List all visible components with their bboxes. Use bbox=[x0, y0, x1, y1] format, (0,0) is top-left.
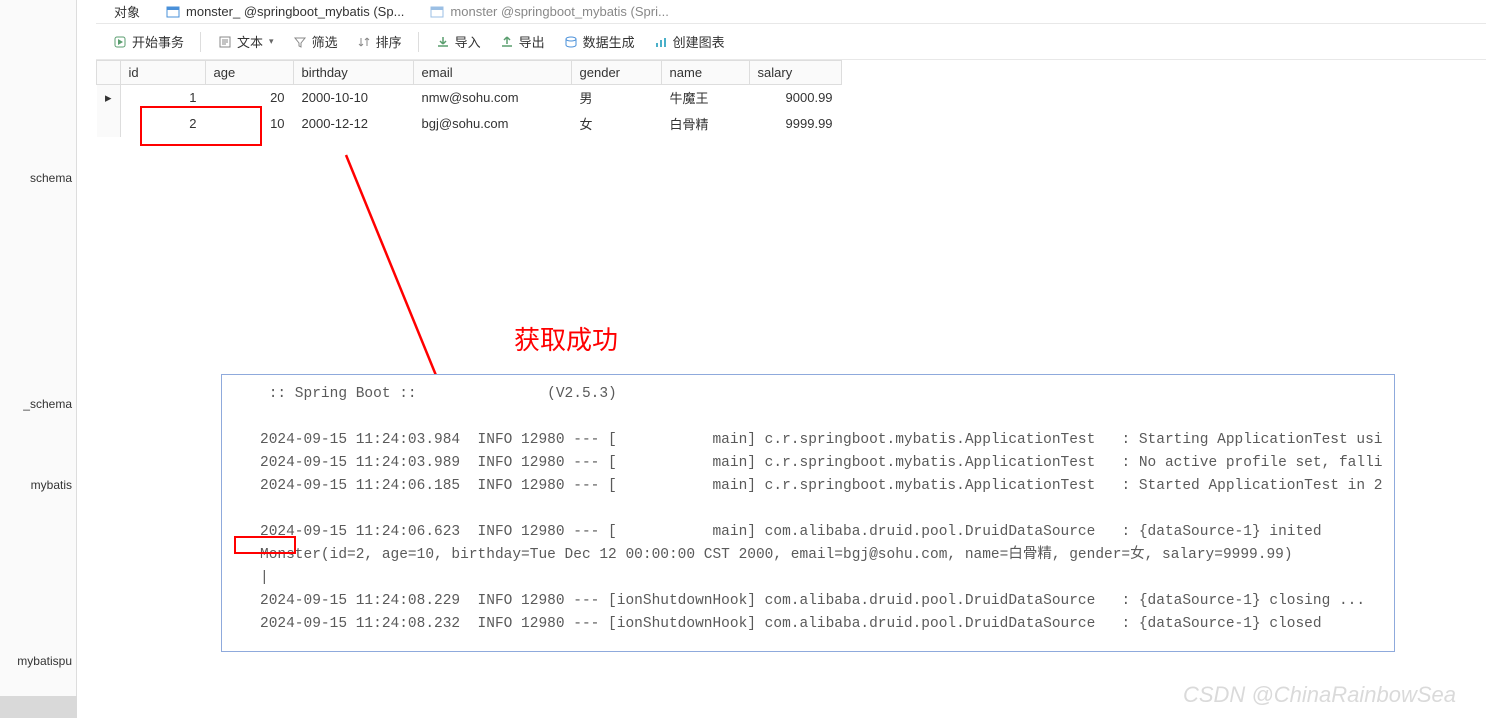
col-header-birthday[interactable]: birthday bbox=[293, 61, 413, 85]
cell-birthday[interactable]: 2000-12-12 bbox=[293, 111, 413, 137]
table-icon bbox=[166, 5, 180, 19]
chart-icon bbox=[653, 34, 669, 50]
row-marker-header bbox=[97, 61, 121, 85]
cell-id[interactable]: 2 bbox=[120, 111, 205, 137]
toolbar-separator bbox=[418, 32, 419, 52]
tab-monster-inactive[interactable]: monster @springboot_mybatis (Spri... bbox=[422, 2, 676, 21]
sort-label: 排序 bbox=[376, 32, 402, 51]
col-header-salary[interactable]: salary bbox=[749, 61, 841, 85]
begin-tx-label: 开始事务 bbox=[132, 32, 184, 51]
table-row[interactable]: 2 10 2000-12-12 bgj@sohu.com 女 白骨精 9999.… bbox=[97, 111, 842, 137]
watermark: CSDN @ChinaRainbowSea bbox=[1183, 682, 1456, 708]
tab-bar: 对象 monster_ @springboot_mybatis (Sp... m… bbox=[96, 0, 1486, 24]
begin-transaction-button[interactable]: 开始事务 bbox=[104, 28, 192, 55]
text-icon bbox=[217, 34, 233, 50]
main-area: 对象 monster_ @springboot_mybatis (Sp... m… bbox=[96, 0, 1486, 718]
export-label: 导出 bbox=[519, 32, 545, 51]
sidebar-active-item[interactable] bbox=[0, 696, 77, 718]
filter-button[interactable]: 筛选 bbox=[284, 28, 346, 55]
col-header-gender[interactable]: gender bbox=[571, 61, 661, 85]
cell-salary[interactable]: 9999.99 bbox=[749, 111, 841, 137]
cell-gender[interactable]: 男 bbox=[571, 85, 661, 111]
col-header-name[interactable]: name bbox=[661, 61, 749, 85]
datagen-label: 数据生成 bbox=[583, 32, 635, 51]
cell-email[interactable]: bgj@sohu.com bbox=[413, 111, 571, 137]
import-label: 导入 bbox=[455, 32, 481, 51]
table-icon bbox=[430, 5, 444, 19]
cell-email[interactable]: nmw@sohu.com bbox=[413, 85, 571, 111]
database-icon bbox=[563, 34, 579, 50]
cell-birthday[interactable]: 2000-10-10 bbox=[293, 85, 413, 111]
data-table[interactable]: id age birthday email gender name salary… bbox=[96, 60, 842, 137]
sidebar-item-schema2[interactable]: _schema bbox=[0, 391, 76, 417]
sidebar-item-mybatis[interactable]: mybatis bbox=[0, 472, 76, 498]
chart-button[interactable]: 创建图表 bbox=[645, 28, 733, 55]
text-label: 文本 bbox=[237, 32, 263, 51]
cell-salary[interactable]: 9000.99 bbox=[749, 85, 841, 111]
table-row[interactable]: ▸ 1 20 2000-10-10 nmw@sohu.com 男 牛魔王 900… bbox=[97, 85, 842, 111]
datagen-button[interactable]: 数据生成 bbox=[555, 28, 643, 55]
table-container: id age birthday email gender name salary… bbox=[96, 60, 1486, 137]
tab-monster-active[interactable]: monster_ @springboot_mybatis (Sp... bbox=[158, 2, 412, 21]
tab-active-label: monster_ @springboot_mybatis (Sp... bbox=[186, 4, 404, 19]
cell-age[interactable]: 20 bbox=[205, 85, 293, 111]
sort-icon bbox=[356, 34, 372, 50]
col-header-email[interactable]: email bbox=[413, 61, 571, 85]
col-header-id[interactable]: id bbox=[120, 61, 205, 85]
toolbar-separator bbox=[200, 32, 201, 52]
text-button[interactable]: 文本 bbox=[209, 28, 282, 55]
cell-gender[interactable]: 女 bbox=[571, 111, 661, 137]
filter-icon bbox=[292, 34, 308, 50]
row-marker bbox=[97, 111, 121, 137]
col-header-age[interactable]: age bbox=[205, 61, 293, 85]
tab-objects-label: 对象 bbox=[114, 2, 140, 21]
filter-label: 筛选 bbox=[312, 32, 338, 51]
toolbar: 开始事务 文本 筛选 排序 导入 导出 数据生成 创建图表 bbox=[96, 24, 1486, 60]
cell-name[interactable]: 白骨精 bbox=[661, 111, 749, 137]
chart-label: 创建图表 bbox=[673, 32, 725, 51]
import-button[interactable]: 导入 bbox=[427, 28, 489, 55]
play-icon bbox=[112, 34, 128, 50]
export-button[interactable]: 导出 bbox=[491, 28, 553, 55]
table-header-row: id age birthday email gender name salary bbox=[97, 61, 842, 85]
cell-id[interactable]: 1 bbox=[120, 85, 205, 111]
sidebar: schema _schema mybatis mybatispu bbox=[0, 0, 77, 718]
annotation-text: 获取成功 bbox=[514, 320, 618, 357]
tab-objects[interactable]: 对象 bbox=[106, 0, 148, 23]
sort-button[interactable]: 排序 bbox=[348, 28, 410, 55]
sidebar-item-mybatispu[interactable]: mybatispu bbox=[0, 648, 76, 674]
cell-age[interactable]: 10 bbox=[205, 111, 293, 137]
sidebar-item-schema[interactable]: schema bbox=[0, 165, 76, 191]
row-marker: ▸ bbox=[97, 85, 121, 111]
import-icon bbox=[435, 34, 451, 50]
console-output: :: Spring Boot :: (V2.5.3) 2024-09-15 11… bbox=[221, 374, 1395, 652]
tab-inactive-label: monster @springboot_mybatis (Spri... bbox=[450, 4, 668, 19]
cell-name[interactable]: 牛魔王 bbox=[661, 85, 749, 111]
export-icon bbox=[499, 34, 515, 50]
